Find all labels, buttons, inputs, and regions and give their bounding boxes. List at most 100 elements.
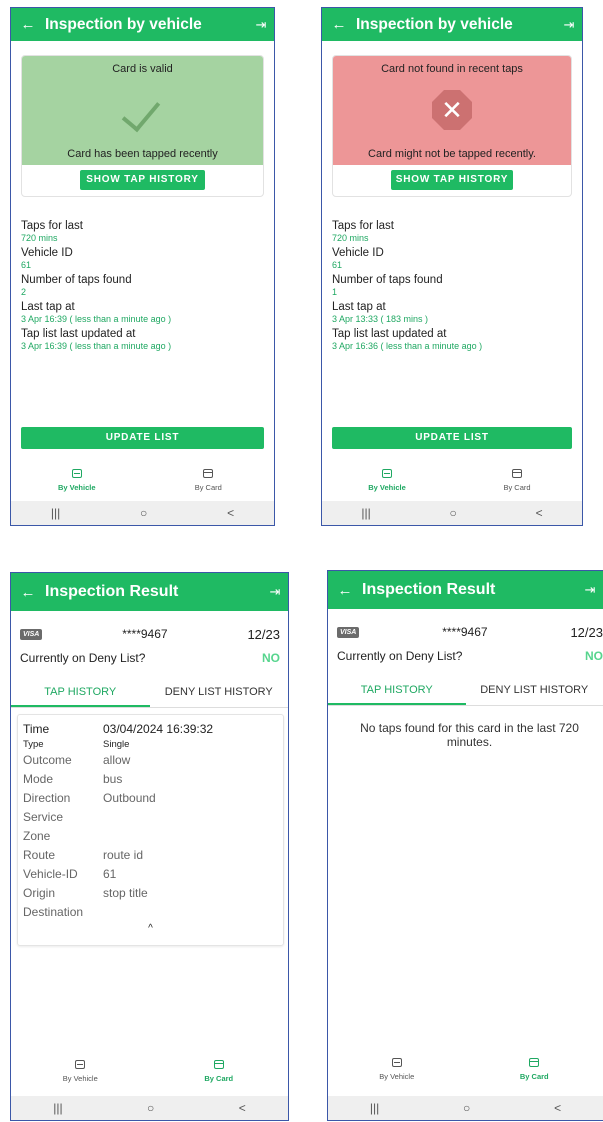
update-list-button[interactable]: UPDATE LIST xyxy=(332,427,572,449)
masked-pan: ****9467 xyxy=(442,625,488,639)
card-summary: VISA ****9467 12/23 xyxy=(20,626,280,642)
system-back-icon[interactable]: < xyxy=(227,506,234,520)
last-tap-value: 3 Apr 13:33 ( 183 mins ) xyxy=(332,314,429,324)
history-row: Zone xyxy=(18,826,283,845)
home-icon[interactable]: ○ xyxy=(450,506,457,520)
history-row: Route route id xyxy=(18,845,283,864)
deny-question: Currently on Deny List? xyxy=(337,649,463,663)
row-key: Mode xyxy=(23,771,54,786)
history-row: Origin stop title xyxy=(18,883,283,902)
show-tap-history-button[interactable]: SHOW TAP HISTORY xyxy=(391,170,513,190)
bus-icon xyxy=(391,1058,402,1067)
nav-by-vehicle[interactable]: By Vehicle xyxy=(322,469,452,492)
system-nav-bar: ||| ○ < xyxy=(328,1096,603,1120)
row-key: Direction xyxy=(23,790,71,805)
row-key: Service xyxy=(23,809,64,824)
card-summary: VISA ****9467 12/23 xyxy=(337,624,603,640)
recents-icon[interactable]: ||| xyxy=(51,506,60,520)
history-row: Outcome allow xyxy=(18,750,283,769)
tab-deny-list-history[interactable]: DENY LIST HISTORY xyxy=(150,677,289,707)
history-row: Destination xyxy=(18,902,283,921)
row-value: stop title xyxy=(103,885,148,900)
row-value: Single xyxy=(103,738,130,750)
exit-icon[interactable]: ⇥ xyxy=(577,582,603,598)
system-back-icon[interactable]: < xyxy=(536,506,543,520)
back-arrow-icon[interactable]: ← xyxy=(11,16,45,33)
updated-label: Tap list last updated at xyxy=(21,328,136,340)
system-back-icon[interactable]: < xyxy=(239,1101,246,1115)
updated-value: 3 Apr 16:36 ( less than a minute ago ) xyxy=(332,341,483,351)
nav-by-card[interactable]: By Card xyxy=(143,469,275,492)
recents-icon[interactable]: ||| xyxy=(361,506,370,520)
last-tap-label: Last tap at xyxy=(332,301,386,313)
card-icon xyxy=(203,469,214,478)
nav-by-card[interactable]: By Card xyxy=(466,1058,603,1081)
history-tabs: TAP HISTORY DENY LIST HISTORY xyxy=(328,675,603,706)
nav-by-card[interactable]: By Card xyxy=(150,1060,289,1083)
tap-history-card[interactable]: Time 03/04/2024 16:39:32 Type Single Out… xyxy=(17,714,284,946)
card-icon xyxy=(512,469,522,478)
row-key: Type xyxy=(23,738,44,750)
app-bar: ← Inspection by vehicle ⇥ xyxy=(322,8,582,41)
tab-tap-history[interactable]: TAP HISTORY xyxy=(328,675,466,705)
nav-label: By Card xyxy=(194,483,222,492)
nav-label: By Card xyxy=(204,1074,234,1083)
back-arrow-icon[interactable]: ← xyxy=(328,582,362,599)
recents-icon[interactable]: ||| xyxy=(53,1101,62,1115)
visa-logo: VISA xyxy=(20,628,43,640)
nav-by-vehicle[interactable]: By Vehicle xyxy=(328,1058,466,1081)
taps-for-last-label: Taps for last xyxy=(21,220,83,232)
status-banner: Card is valid Card has been tapped recen… xyxy=(22,56,263,165)
back-arrow-icon[interactable]: ← xyxy=(11,584,45,601)
status-subtitle: Card has been tapped recently xyxy=(67,148,218,160)
phone-screen-not-found: ← Inspection by vehicle ⇥ Card not found… xyxy=(321,7,583,526)
row-key: Time xyxy=(23,721,50,736)
exit-icon[interactable]: ⇥ xyxy=(248,17,274,33)
vehicle-id-value: 61 xyxy=(21,260,32,270)
row-key: Route xyxy=(23,847,56,862)
nav-by-vehicle[interactable]: By Vehicle xyxy=(11,1060,150,1083)
page-title: Inspection Result xyxy=(362,581,496,598)
checkmark-icon xyxy=(121,91,160,133)
taps-for-last-value: 720 mins xyxy=(332,233,369,243)
status-subtitle: Card might not be tapped recently. xyxy=(368,148,536,160)
last-tap-value: 3 Apr 16:39 ( less than a minute ago ) xyxy=(21,314,172,324)
tab-tap-history[interactable]: TAP HISTORY xyxy=(11,677,150,707)
row-key: Vehicle-ID xyxy=(23,866,78,881)
row-value: 61 xyxy=(103,866,117,881)
home-icon[interactable]: ○ xyxy=(140,506,147,520)
nav-label: By Vehicle xyxy=(368,483,406,492)
exit-icon[interactable]: ⇥ xyxy=(556,17,582,33)
card-icon xyxy=(213,1060,224,1069)
show-tap-history-button[interactable]: SHOW TAP HISTORY xyxy=(80,170,205,190)
history-row: Vehicle-ID 61 xyxy=(18,864,283,883)
status-card: Card is valid Card has been tapped recen… xyxy=(21,55,264,197)
vehicle-info: Taps for last 720 mins Vehicle ID 61 Num… xyxy=(21,216,268,351)
tab-deny-list-history[interactable]: DENY LIST HISTORY xyxy=(466,675,603,705)
updated-label: Tap list last updated at xyxy=(332,328,447,340)
status-card: Card not found in recent taps ✕ Card mig… xyxy=(332,55,572,197)
vehicle-info: Taps for last 720 mins Vehicle ID 61 Num… xyxy=(332,216,576,351)
bus-icon xyxy=(75,1060,86,1069)
bottom-nav: By Vehicle By Card xyxy=(11,469,274,492)
nav-label: By Card xyxy=(519,1072,549,1081)
history-tabs: TAP HISTORY DENY LIST HISTORY xyxy=(11,677,288,708)
update-list-button[interactable]: UPDATE LIST xyxy=(21,427,264,449)
nav-by-vehicle[interactable]: By Vehicle xyxy=(11,469,143,492)
history-row: Mode bus xyxy=(18,769,283,788)
collapse-caret-icon[interactable]: ^ xyxy=(18,923,283,934)
nav-by-card[interactable]: By Card xyxy=(452,469,582,492)
home-icon[interactable]: ○ xyxy=(147,1101,154,1115)
exit-icon[interactable]: ⇥ xyxy=(262,584,288,600)
page-title: Inspection by vehicle xyxy=(45,15,202,33)
back-arrow-icon[interactable]: ← xyxy=(322,16,356,33)
nav-label: By Vehicle xyxy=(379,1072,415,1081)
app-bar: ← Inspection Result ⇥ xyxy=(328,571,603,609)
system-back-icon[interactable]: < xyxy=(554,1101,561,1115)
home-icon[interactable]: ○ xyxy=(463,1101,470,1115)
num-taps-label: Number of taps found xyxy=(21,274,132,286)
no-taps-message: No taps found for this card in the last … xyxy=(360,721,579,749)
row-key: Destination xyxy=(23,904,84,919)
history-row: Direction Outbound xyxy=(18,788,283,807)
recents-icon[interactable]: ||| xyxy=(370,1101,379,1115)
